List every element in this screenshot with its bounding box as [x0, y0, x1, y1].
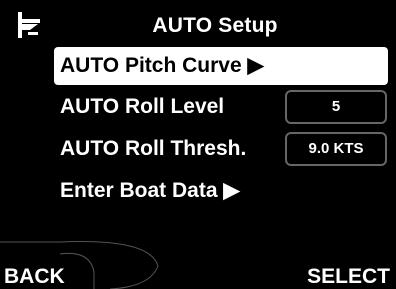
menu-item-label: AUTO Pitch Curve ▶ — [60, 54, 264, 77]
header-bar: AUTO Setup — [0, 8, 396, 44]
menu-item-label: Enter Boat Data ▶ — [60, 179, 240, 202]
menu-item-label: AUTO Roll Thresh. — [60, 137, 247, 160]
menu-item-enter-boat-data[interactable]: Enter Boat Data ▶ — [54, 172, 388, 210]
roll-thresh-value[interactable]: 9.0 KTS — [285, 132, 387, 166]
select-button[interactable]: SELECT — [307, 265, 390, 289]
menu-item-label: AUTO Roll Level — [60, 95, 225, 118]
back-button[interactable]: BACK — [4, 265, 65, 289]
menu-item-auto-roll-level[interactable]: AUTO Roll Level 5 — [54, 88, 388, 126]
page-title: AUTO Setup — [152, 14, 278, 37]
trim-tab-icon — [16, 10, 44, 40]
roll-level-value[interactable]: 5 — [285, 90, 387, 124]
menu-item-auto-roll-thresh[interactable]: AUTO Roll Thresh. 9.0 KTS — [54, 130, 388, 168]
menu-item-auto-pitch-curve[interactable]: AUTO Pitch Curve ▶ — [54, 47, 388, 85]
